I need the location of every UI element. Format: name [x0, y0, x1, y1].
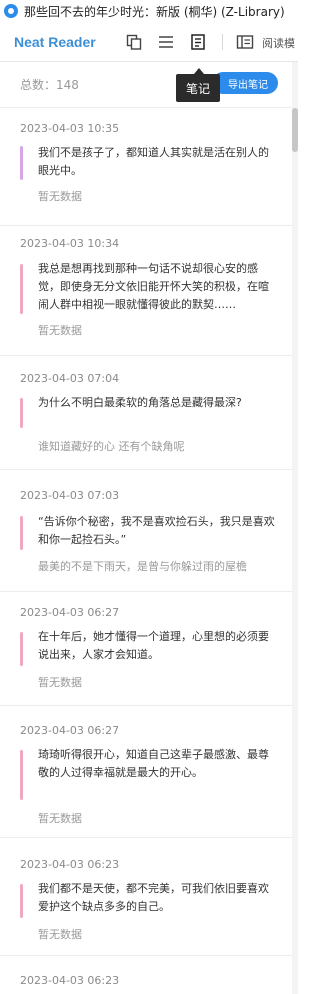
note-date: 2023-04-03 10:35 [20, 122, 120, 135]
note-date: 2023-04-03 07:03 [20, 489, 120, 502]
note-comment: 暂无数据 [38, 812, 82, 825]
note-text: 我们都不是天使，都不完美，可我们依旧要喜欢爱护这个缺点多多的自己。 [38, 882, 269, 913]
app-logo-icon [4, 4, 18, 18]
note-comment: 暂无数据 [38, 928, 82, 941]
note-date: 2023-04-03 06:23 [20, 974, 120, 987]
reading-mode-icon[interactable] [236, 33, 254, 51]
note-date: 2023-04-03 06:23 [20, 858, 120, 871]
toolbar-divider [222, 34, 223, 50]
note-text: 我们不是孩子了，都知道人其实就是活在别人的眼光中。 [38, 146, 269, 177]
note-text: 琦琦听得很开心，知道自己这辈子最感激、最尊敬的人过得幸福就是最大的开心。 [38, 748, 269, 779]
note-comment: 暂无数据 [38, 190, 82, 203]
notes-scrollbar-thumb[interactable] [292, 108, 298, 152]
notes-scrollbar-track[interactable] [292, 62, 298, 994]
note-date: 2023-04-03 06:27 [20, 606, 120, 619]
note-card[interactable]: 2023-04-03 06:23 我们都不是天使，都不完美，可我们依旧要喜欢爱护… [0, 838, 292, 956]
note-text: “告诉你个秘密，我不是喜欢捡石头，我只是喜欢和你一起捡石头。” [38, 515, 275, 546]
note-card[interactable]: 2023-04-03 10:35 我们不是孩子了，都知道人其实就是活在别人的眼光… [0, 108, 292, 226]
notes-total-count: 总数：148 [20, 78, 79, 92]
highlight-color-bar [20, 264, 23, 314]
note-date: 2023-04-03 06:27 [20, 724, 120, 737]
note-card[interactable]: 2023-04-03 06:23 [0, 956, 292, 994]
window-titlebar: 那些回不去的年少时光：新版 (桐华) (Z-Library) [0, 0, 298, 22]
list-icon[interactable] [157, 33, 175, 51]
highlight-color-bar [20, 398, 23, 428]
highlight-color-bar [20, 750, 23, 800]
note-comment: 最美的不是下雨天，是曾与你躲过雨的屋檐 [38, 560, 247, 573]
reading-mode-label[interactable]: 阅读模 [262, 35, 295, 51]
window-title: 那些回不去的年少时光：新版 (桐华) (Z-Library) [24, 4, 285, 19]
note-card[interactable]: 2023-04-03 06:27 在十年后，她才懂得一个道理，心里想的必须要说出… [0, 592, 292, 706]
note-text: 我总是想再找到那种一句话不说却很心安的感觉，即使身无分文依旧能开怀大笑的积极，在… [38, 262, 269, 311]
note-text: 在十年后，她才懂得一个道理，心里想的必须要说出来，人家才会知道。 [38, 630, 269, 661]
highlight-color-bar [20, 884, 23, 918]
note-card[interactable]: 2023-04-03 07:04 为什么不明白最柔软的角落总是藏得最深? 谁知道… [0, 356, 292, 470]
note-comment: 暂无数据 [38, 324, 82, 337]
note-text: 为什么不明白最柔软的角落总是藏得最深? [38, 396, 242, 409]
note-card[interactable]: 2023-04-03 06:27 琦琦听得很开心，知道自己这辈子最感激、最尊敬的… [0, 706, 292, 838]
note-card[interactable]: 2023-04-03 07:03 “告诉你个秘密，我不是喜欢捡石头，我只是喜欢和… [0, 470, 292, 592]
highlight-color-bar [20, 632, 23, 666]
notes-icon[interactable] [189, 33, 207, 51]
export-notes-button[interactable]: 导出笔记 [212, 72, 278, 94]
highlight-color-bar [20, 516, 23, 550]
brand-logo[interactable]: Neat Reader [14, 34, 96, 50]
note-comment: 谁知道藏好的心 还有个缺角呢 [38, 440, 185, 453]
note-comment: 暂无数据 [38, 676, 82, 689]
note-date: 2023-04-03 10:34 [20, 237, 120, 250]
copy-icon[interactable] [125, 33, 143, 51]
note-date: 2023-04-03 07:04 [20, 372, 120, 385]
notes-tooltip: 笔记 [176, 68, 220, 102]
note-card[interactable]: 2023-04-03 10:34 我总是想再找到那种一句话不说却很心安的感觉，即… [0, 226, 292, 356]
highlight-color-bar [20, 146, 23, 180]
toolbar: Neat Reader 阅读模 [0, 22, 298, 62]
